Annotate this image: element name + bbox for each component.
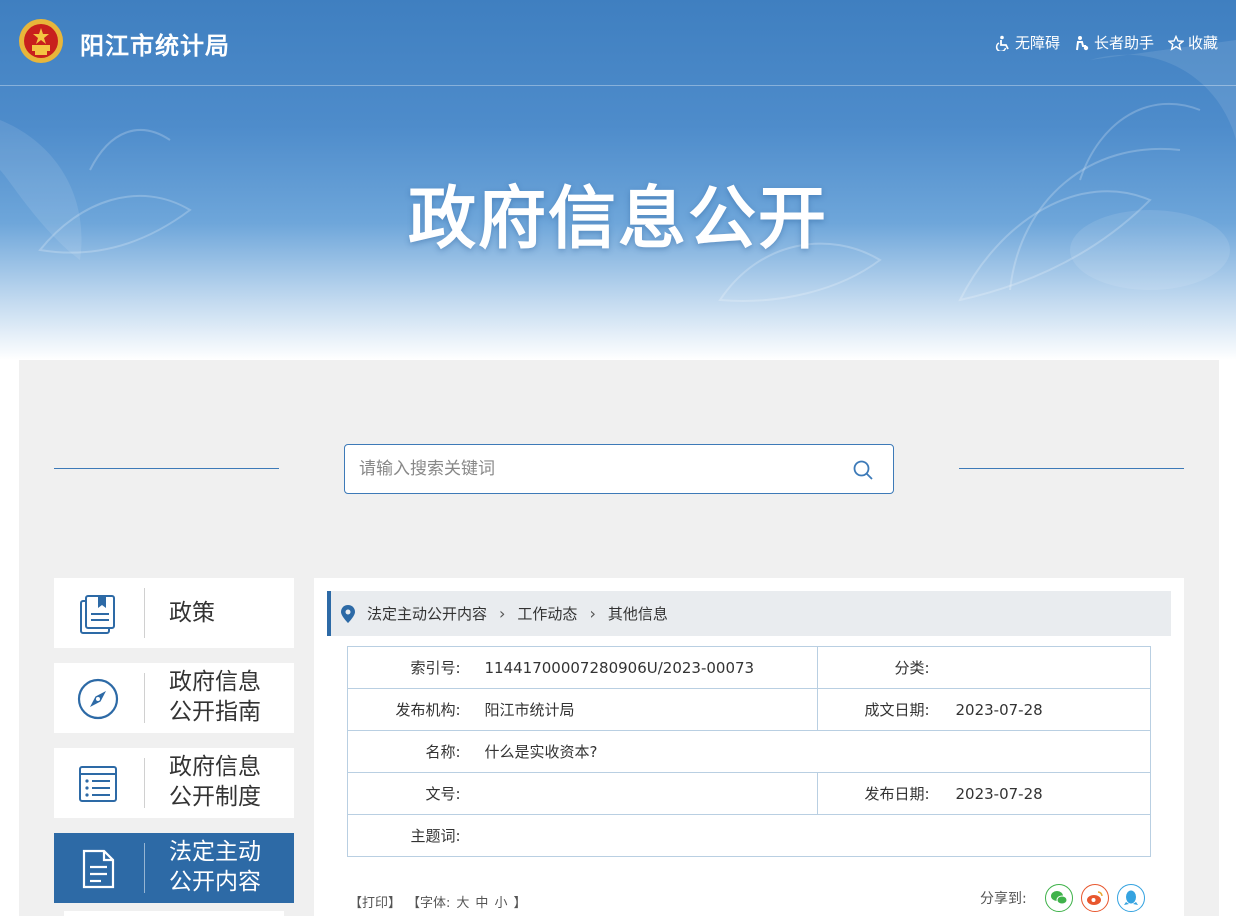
table-row: 发布机构: 阳江市统计局 成文日期: 2023-07-28 xyxy=(347,688,1151,731)
location-pin-icon xyxy=(341,604,355,623)
document-meta-table: 索引号: 11441700007280906U/2023-00073 分类: 发… xyxy=(347,646,1151,857)
compass-icon xyxy=(77,678,119,720)
header-banner: 阳江市统计局 无障碍 长者助手 收藏 政府信息公开 xyxy=(0,0,1236,360)
written-date-label: 成文日期: xyxy=(817,688,942,731)
breadcrumb-item[interactable]: 其他信息 xyxy=(608,603,668,624)
table-row: 索引号: 11441700007280906U/2023-00073 分类: xyxy=(347,646,1151,689)
share-label: 分享到: xyxy=(980,891,1027,907)
keywords-label: 主题词: xyxy=(347,814,473,857)
breadcrumb-item[interactable]: 工作动态 xyxy=(517,603,577,624)
site-name[interactable]: 阳江市统计局 xyxy=(80,26,230,61)
publish-date-value: 2023-07-28 xyxy=(941,772,1151,815)
sidebar-divider xyxy=(144,843,145,893)
search-box xyxy=(344,444,894,494)
table-row: 主题词: xyxy=(347,814,1151,857)
chevron-right-icon: › xyxy=(499,604,506,623)
sidebar-item-label: 法定主动 xyxy=(169,839,261,865)
accessibility-label: 无障碍 xyxy=(1014,34,1060,52)
written-date-value: 2023-07-28 xyxy=(941,688,1151,731)
elder-assist-icon xyxy=(1075,35,1089,50)
content-area: 法定主动公开内容 › 工作动态 › 其他信息 索引号: 114417000072… xyxy=(314,578,1184,916)
main-panel: 政策 政府信息 公开指南 政府信息 公开制度 xyxy=(19,360,1219,916)
breadcrumb-item[interactable]: 法定主动公开内容 xyxy=(367,603,487,624)
weibo-icon[interactable] xyxy=(1080,884,1109,912)
list-document-icon xyxy=(79,766,117,802)
publish-date-label: 发布日期: xyxy=(817,772,942,815)
table-row: 文号: 发布日期: 2023-07-28 xyxy=(347,772,1151,815)
font-size-label: 【字体: xyxy=(407,896,451,911)
name-label: 名称: xyxy=(347,730,473,773)
sidebar-item-label-line2: 公开制度 xyxy=(169,784,261,810)
index-value: 11441700007280906U/2023-00073 xyxy=(472,646,818,689)
qq-icon[interactable] xyxy=(1116,884,1145,912)
doc-no-value xyxy=(472,772,818,815)
name-value: 什么是实收资本? xyxy=(472,730,1151,773)
search-input[interactable] xyxy=(359,445,839,493)
share-bar: 分享到: xyxy=(980,884,1145,912)
sidebar-item-label-line2: 公开内容 xyxy=(169,869,261,895)
top-bar: 阳江市统计局 无障碍 长者助手 收藏 xyxy=(0,0,1236,86)
font-size-bracket: 】 xyxy=(513,896,527,911)
print-button[interactable]: 【打印】 xyxy=(349,892,401,911)
sidebar-divider xyxy=(144,588,145,638)
font-large-button[interactable]: 大 xyxy=(456,892,469,911)
sidebar-item-label: 政策 xyxy=(169,600,215,626)
sidebar-item-label-line2: 公开指南 xyxy=(169,699,261,725)
policy-book-icon xyxy=(80,595,115,634)
sidebar-divider xyxy=(144,758,145,808)
category-value xyxy=(941,646,1151,689)
top-links: 无障碍 长者助手 收藏 xyxy=(995,32,1218,53)
favorite-link[interactable]: 收藏 xyxy=(1167,32,1218,53)
search-divider-left xyxy=(54,468,279,469)
elder-assist-label: 长者助手 xyxy=(1093,34,1154,52)
font-small-button[interactable]: 小 xyxy=(494,892,507,911)
search-icon[interactable] xyxy=(851,458,875,482)
sidebar-item-label: 政府信息 xyxy=(169,669,261,695)
category-label: 分类: xyxy=(817,646,942,689)
national-emblem-logo xyxy=(19,19,63,63)
publisher-value: 阳江市统计局 xyxy=(472,688,818,731)
sidebar-item-guide[interactable]: 政府信息 公开指南 xyxy=(54,663,294,733)
search-divider-right xyxy=(959,468,1184,469)
sidebar-divider xyxy=(144,673,145,723)
table-row: 名称: 什么是实收资本? xyxy=(347,730,1151,773)
doc-no-label: 文号: xyxy=(347,772,473,815)
document-icon xyxy=(82,849,115,889)
publisher-label: 发布机构: xyxy=(347,688,473,731)
banner-title: 政府信息公开 xyxy=(407,180,828,259)
breadcrumb: 法定主动公开内容 › 工作动态 › 其他信息 xyxy=(327,591,1171,636)
sidebar-submenu xyxy=(64,911,284,916)
wechat-icon[interactable] xyxy=(1044,884,1073,912)
font-medium-button[interactable]: 中 xyxy=(475,892,488,911)
index-label: 索引号: xyxy=(347,646,473,689)
sidebar-item-policy[interactable]: 政策 xyxy=(54,578,294,648)
favorite-label: 收藏 xyxy=(1187,34,1218,52)
elder-assist-link[interactable]: 长者助手 xyxy=(1074,32,1154,53)
accessibility-icon xyxy=(995,35,1009,51)
chevron-right-icon: › xyxy=(589,604,596,623)
keywords-value xyxy=(472,814,1151,857)
star-icon xyxy=(1167,34,1184,51)
sidebar-item-label: 政府信息 xyxy=(169,754,261,780)
sidebar-item-system[interactable]: 政府信息 公开制度 xyxy=(54,748,294,818)
sidebar-item-statutory[interactable]: 法定主动 公开内容 xyxy=(54,833,294,903)
accessibility-link[interactable]: 无障碍 xyxy=(995,32,1060,53)
page-tools: 【打印】 【字体: 大 中 小 】 xyxy=(349,892,526,911)
